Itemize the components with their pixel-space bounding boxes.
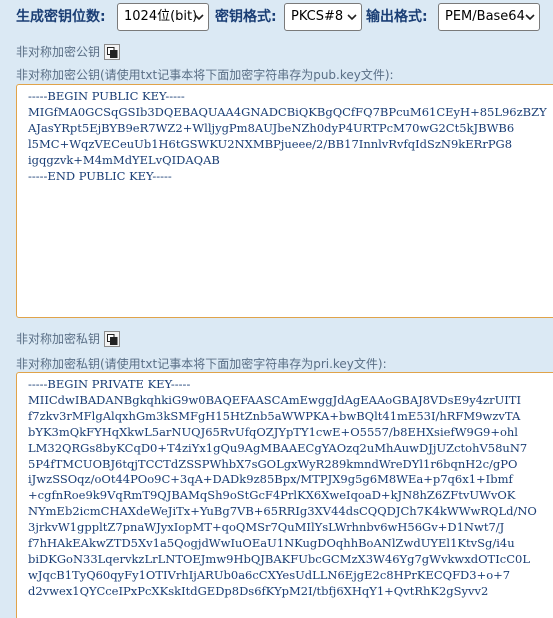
key-format-value: PKCS#8	[291, 9, 344, 24]
key-format-select[interactable]: PKCS#8	[284, 3, 362, 31]
chevron-down-icon	[525, 14, 535, 21]
key-length-label: 生成密钥位数:	[16, 9, 106, 25]
key-text-line: 3jrkvW1gppltZ7pnaWJyxIopMT+qoQMSr7QuMIlY…	[28, 520, 505, 535]
copy-private-key-button[interactable]	[104, 331, 120, 347]
public-key-hint: 非对称加密公钥(请使用txt记事本将下面加密字符串存为pub.key文件):	[16, 68, 394, 82]
private-key-textarea[interactable]: -----BEGIN PRIVATE KEY----- MIICdwIBADANB…	[16, 372, 553, 618]
output-format-label: 输出格式:	[366, 9, 428, 25]
private-key-hint: 非对称加密私钥(请使用txt记事本将下面加密字符串存为pri.key文件):	[16, 357, 387, 371]
key-text-line: l5MC+WqzVECeuUb1H6tGSWKU2NXMBPjueee/2/BB…	[28, 136, 513, 151]
copy-icon	[107, 334, 118, 345]
copy-icon	[107, 47, 118, 58]
output-format-value: PEM/Base64	[445, 9, 525, 24]
private-key-title: 非对称加密私钥	[16, 332, 101, 346]
key-length-select[interactable]: 1024位(bit)	[117, 3, 209, 31]
key-text-line: -----BEGIN PUBLIC KEY-----	[28, 89, 185, 103]
key-text-line: LM32QRGs8byKCqD0+T4ziYx1gQu9AgMBAAECgYAO…	[28, 440, 528, 455]
output-format-select[interactable]: PEM/Base64	[438, 3, 540, 31]
key-format-label: 密钥格式:	[215, 9, 277, 25]
key-text-line: biDKGoN33LqervkzLrLNTOEJmw9HbQJBAKFUbcGC…	[28, 551, 530, 566]
key-text-line: +cgfnRoe9k9VqRmT9QJBAMqSh9oStGcF4PrlKX6X…	[28, 488, 516, 503]
rsa-key-generator: 生成密钥位数: 1024位(bit) 密钥格式: PKCS#8 输出格式: PE…	[0, 0, 553, 618]
key-text-line: igqgzvk+M4mMdYELvQIDAQAB	[28, 152, 220, 167]
key-text-line: iJwzSSOqz/oOt44POo9C+3qA+DADk9z85Bpx/MTP…	[28, 472, 513, 487]
key-text-line: bYK3mQkFYHqXkwL5arNUQJ65RvUfqOZJYpTY1cwE…	[28, 424, 518, 439]
key-text-line: f7zkv3rMFlgAlqxhGm3kSMFgH15HtZnb5aWWPKA+…	[28, 408, 521, 423]
key-text-line: MIICdwIBADANBgkqhkiG9w0BAQEFAASCAmEwggJd…	[28, 392, 522, 407]
key-text-line: -----END PUBLIC KEY-----	[28, 168, 172, 183]
key-text-line: d2vwex1QYCceIPxPcXKskItdGEDp8Ds6fKYpM2I/…	[28, 583, 489, 598]
toolbar: 生成密钥位数: 1024位(bit) 密钥格式: PKCS#8 输出格式: PE…	[0, 0, 553, 36]
chevron-down-icon	[194, 14, 204, 21]
key-text-line: AJasYRpt5EjBYB9eR7WZ2+WlljygPm8AUJbeNZh0…	[28, 120, 515, 135]
key-text-line: wJqcB1TyQ60qyFy1OTIVrhIjARUb0a6cCXYesUdL…	[28, 567, 511, 582]
public-key-title: 非对称加密公钥	[16, 45, 101, 59]
chevron-down-icon	[347, 14, 357, 21]
key-text-line: NYmEb2icmCHAXdeWeJiTx+YuBg7VB+65RRIg3XV4…	[28, 504, 537, 519]
key-text-line: 5P4fTMCUOBJ6tqjTCCTdZSSPWhbX7sGOLgxWyR28…	[28, 456, 518, 471]
key-text-line: MIGfMA0GCSqGSIb3DQEBAQUAA4GNADCBiQKBgQCf…	[28, 104, 547, 119]
key-text-line: f7hHAkEAkwZTD5Xv1a5QogjdWwIuOEaU1NKugDOq…	[28, 536, 515, 551]
key-text-line: -----BEGIN PRIVATE KEY-----	[28, 377, 191, 391]
public-key-textarea[interactable]: -----BEGIN PUBLIC KEY----- MIGfMA0GCSqGSI…	[16, 84, 553, 318]
copy-public-key-button[interactable]	[104, 44, 120, 60]
key-length-value: 1024位(bit)	[124, 9, 198, 24]
